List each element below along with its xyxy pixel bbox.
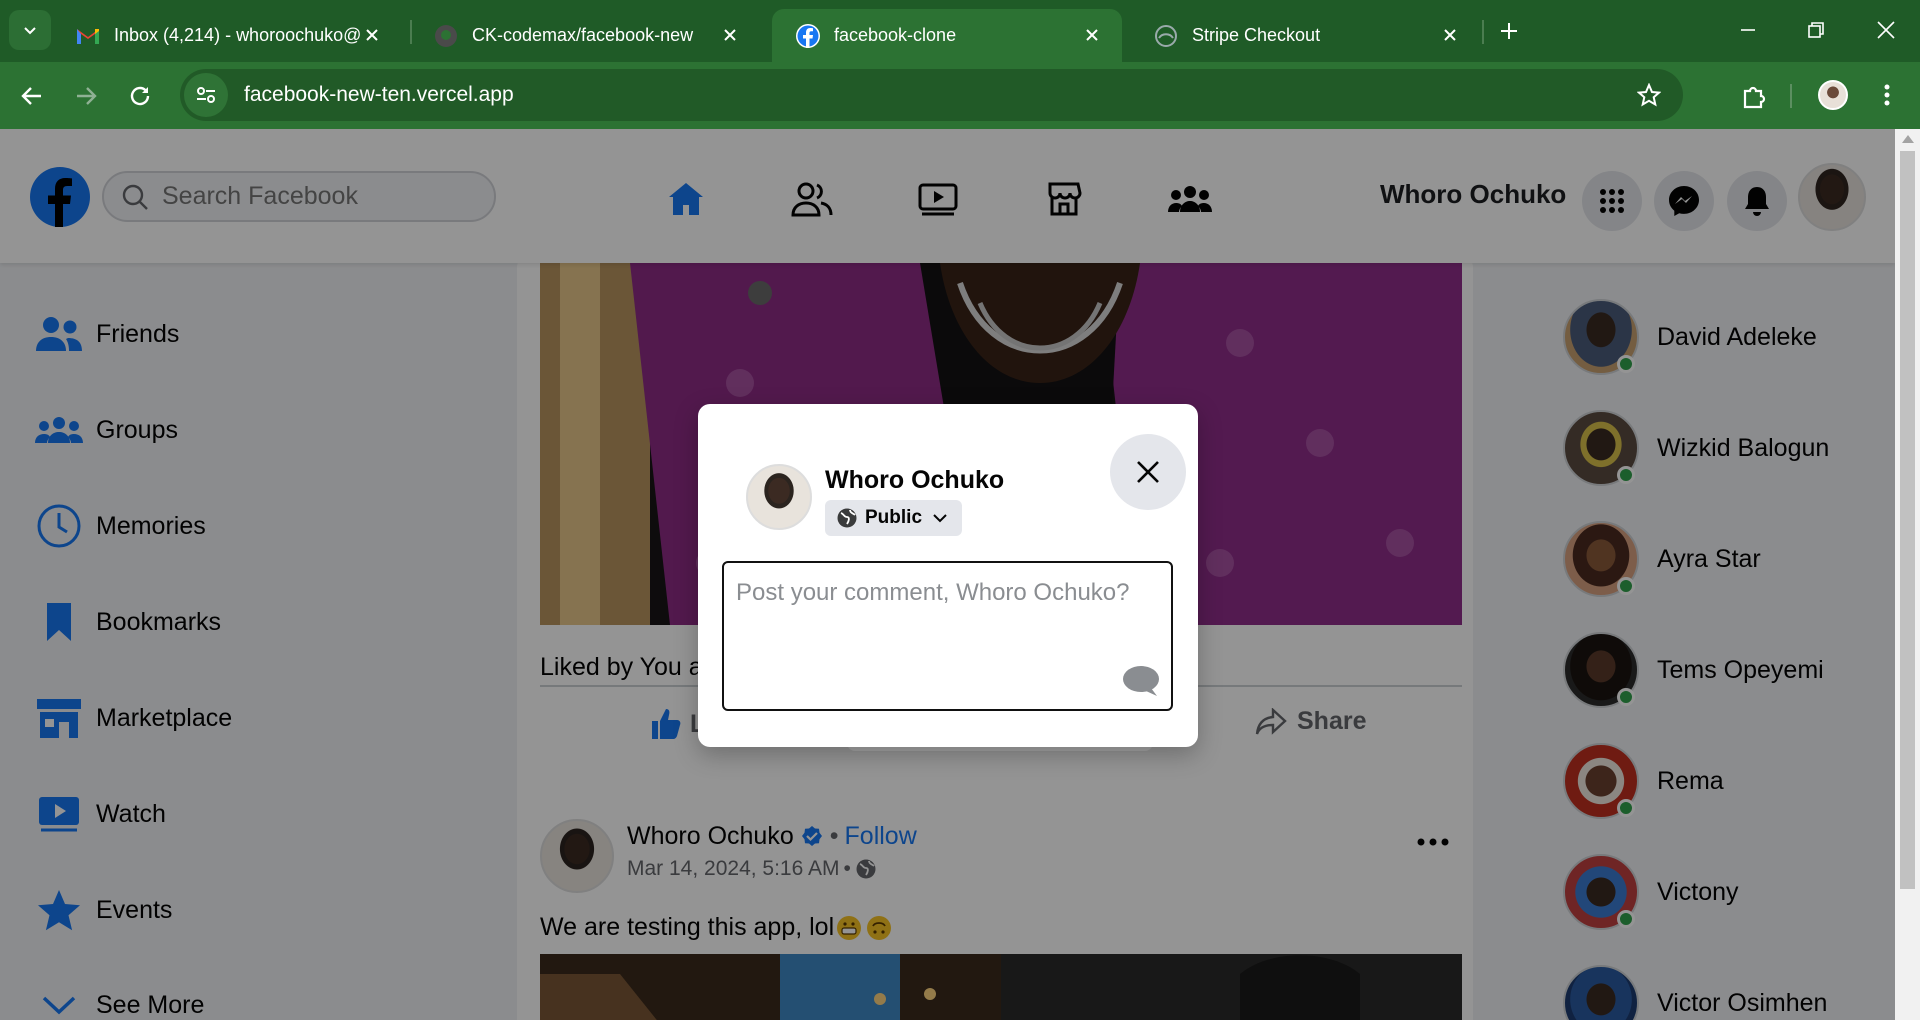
facebook-icon [796,23,820,48]
comment-bubble-icon[interactable] [1121,663,1161,699]
browser-menu-button[interactable] [1872,80,1902,110]
more-vertical-icon [1884,84,1890,106]
url-text: facebook-new-ten.vercel.app [244,83,514,106]
privacy-selector[interactable]: Public [825,500,963,536]
arrow-right-icon [77,87,97,105]
tab-search-button[interactable] [9,10,51,50]
browser-tab-bar: Inbox (4,214) - whoroochuko@ CK-codemax/… [0,0,1920,62]
close-tab-icon[interactable] [718,23,742,47]
minimize-icon [1741,29,1755,31]
minimize-button[interactable] [1728,14,1768,46]
restore-button[interactable] [1796,14,1836,46]
new-tab-button[interactable] [1494,16,1524,46]
tab-github[interactable]: CK-codemax/facebook-new [410,9,760,62]
arrow-left-icon [21,87,41,105]
page-viewport: Whoro Ochuko Friends Groups Memories [0,129,1920,1020]
close-icon [1137,461,1159,483]
scrollbar-thumb[interactable] [1900,151,1915,889]
scroll-up-arrow-icon[interactable] [1902,135,1914,143]
chevron-down-icon [24,27,36,35]
github-icon [434,24,458,48]
tab-title: CK-codemax/facebook-new [472,25,694,45]
restore-icon [1808,22,1824,38]
tab-stripe[interactable]: Stripe Checkout [1130,9,1480,62]
chevron-down-icon [932,513,948,523]
close-window-button[interactable] [1866,14,1906,46]
browser-profile-avatar[interactable] [1818,80,1848,110]
close-modal-button[interactable] [1110,434,1186,510]
browser-toolbar: facebook-new-ten.vercel.app [0,62,1920,129]
reload-button[interactable] [122,78,158,114]
tab-title: Stripe Checkout [1192,25,1321,45]
extensions-button[interactable] [1736,78,1772,114]
page-scrollbar[interactable] [1895,129,1920,1020]
forward-button[interactable] [68,78,104,114]
globe-icon [1154,24,1178,48]
comment-box [722,561,1173,711]
modal-username: Whoro Ochuko [825,466,1005,494]
tab-title: facebook-clone [834,25,957,45]
tab-separator [1482,20,1484,44]
privacy-label: Public [865,507,923,528]
toolbar-divider [1790,84,1792,108]
comment-input[interactable] [724,563,1171,709]
back-button[interactable] [14,78,50,114]
puzzle-icon [1743,86,1766,109]
reload-icon [130,86,150,106]
globe-icon [835,506,859,530]
gmail-icon [76,24,100,48]
bookmark-star-icon[interactable] [1635,81,1663,109]
tab-facebook-clone[interactable]: facebook-clone [772,9,1122,62]
tab-title: Inbox (4,214) - whoroochuko@ [114,25,362,45]
address-bar[interactable]: facebook-new-ten.vercel.app [180,69,1683,121]
plus-icon [1501,23,1517,39]
close-tab-icon[interactable] [360,23,384,47]
comment-modal: Whoro Ochuko Public [698,404,1198,747]
close-tab-icon[interactable] [1080,23,1104,47]
tab-gmail[interactable]: Inbox (4,214) - whoroochuko@ [52,9,402,62]
close-icon [1877,21,1895,39]
modal-avatar [746,464,812,530]
close-tab-icon[interactable] [1438,23,1462,47]
site-info-icon[interactable] [184,73,228,117]
